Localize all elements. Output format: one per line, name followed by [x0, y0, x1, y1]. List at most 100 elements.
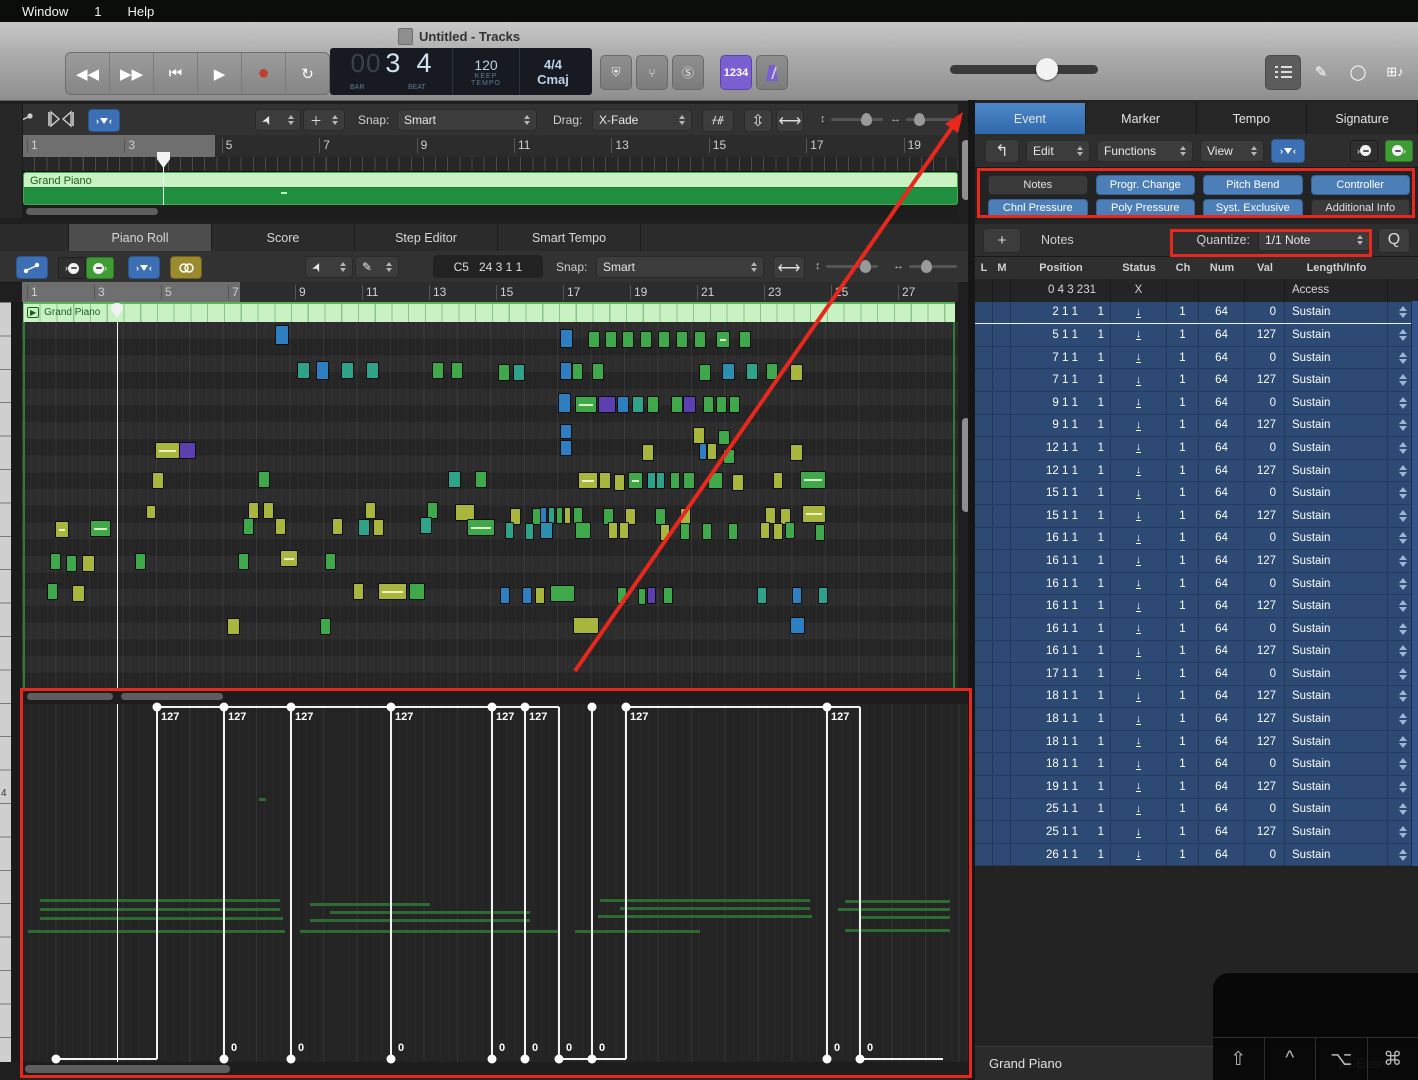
automation-value-label: 127 [395, 711, 413, 723]
tab-event[interactable]: Event [975, 103, 1086, 134]
event-row[interactable]: 15 1 11↓164127Sustain [975, 505, 1418, 528]
event-row[interactable]: 9 1 11↓1640Sustain [975, 392, 1418, 415]
event-row[interactable]: 12 1 11↓1640Sustain [975, 437, 1418, 460]
midi-draw-grid[interactable] [22, 704, 968, 1062]
midi-draw-area[interactable] [22, 690, 975, 1080]
midi-in-icon [1360, 145, 1371, 156]
controller-event-icon: ↓ [1136, 375, 1142, 386]
notes-section-label: Notes [1041, 233, 1074, 247]
column-header-val[interactable]: Val [1245, 262, 1285, 274]
controller-event-icon: ↓ [1136, 714, 1142, 725]
tab-tempo[interactable]: Tempo [1197, 103, 1308, 134]
quantize-label: Quantize: [1196, 233, 1250, 247]
automation-value-label: 127 [228, 711, 246, 723]
automation-value-label: 0 [499, 1042, 505, 1054]
event-row[interactable]: 16 1 11↓164127Sustain [975, 595, 1418, 618]
dim-note-line [860, 916, 950, 919]
column-header-m[interactable]: M [993, 262, 1011, 274]
panel-midi-in-button[interactable]: › [1350, 140, 1378, 162]
hierarchy-button[interactable]: ↰ [985, 139, 1019, 163]
event-row[interactable]: 25 1 11↓1640Sustain [975, 799, 1418, 822]
modifier-keys-overlay: ⇧^⌥⌘ [1213, 973, 1418, 1080]
event-row[interactable]: 9 1 11↓164127Sustain [975, 415, 1418, 438]
master-volume-thumb[interactable] [1036, 58, 1058, 80]
functions-menu[interactable]: Functions [1097, 140, 1193, 162]
draw-hscroll-thumb[interactable] [25, 1065, 230, 1073]
event-row[interactable]: 16 1 11↓164127Sustain [975, 550, 1418, 573]
controller-event-icon: ↓ [1136, 488, 1142, 499]
event-row[interactable]: 18 1 11↓164127Sustain [975, 731, 1418, 754]
controller-event-icon: ↓ [1136, 623, 1142, 634]
notepad-button[interactable]: ✎ [1304, 55, 1338, 88]
panel-midi-out-button[interactable]: › [1385, 140, 1413, 162]
panel-divider[interactable] [968, 100, 975, 1080]
status-track-name: Grand Piano [989, 1056, 1062, 1071]
event-row[interactable]: 25 1 11↓164127Sustain [975, 821, 1418, 844]
loop-browser-button[interactable]: ◯ [1341, 55, 1375, 88]
controller-event-icon: ↓ [1136, 465, 1142, 476]
draw-playhead-line [117, 704, 118, 1062]
modifier-key: ⌥ [1316, 1038, 1368, 1080]
controller-event-icon: ↓ [1136, 442, 1142, 453]
controller-event-icon: ↓ [1136, 329, 1142, 340]
q-button[interactable]: Q [1378, 228, 1410, 253]
type-button-syst-exclusive[interactable]: Syst. Exclusive [1203, 199, 1303, 219]
event-row[interactable]: 18 1 11↓164127Sustain [975, 686, 1418, 709]
automation-value-label: 127 [161, 711, 179, 723]
event-table: 0 4 3 231XAccess2 1 11↓1640Sustain5 1 11… [975, 279, 1418, 866]
type-button-controller[interactable]: Controller [1311, 175, 1411, 195]
draw-hscrollbar[interactable] [22, 1062, 968, 1076]
event-row[interactable]: 19 1 11↓164127Sustain [975, 776, 1418, 799]
type-button-pitch-bend[interactable]: Pitch Bend [1203, 175, 1303, 195]
dim-note-line [330, 911, 530, 914]
tab-marker[interactable]: Marker [1086, 103, 1197, 134]
list-icon [1275, 65, 1292, 80]
view-menu[interactable]: View [1200, 140, 1264, 162]
event-row[interactable]: 16 1 11↓164127Sustain [975, 641, 1418, 664]
event-table-scrollbar[interactable] [1411, 301, 1418, 866]
media-browser-button[interactable]: ⊞♪ [1378, 55, 1412, 88]
column-header-ch[interactable]: Ch [1167, 262, 1199, 274]
dim-note-line [838, 908, 950, 911]
event-row[interactable]: 26 1 11↓1640Sustain [975, 844, 1418, 867]
event-row-access[interactable]: 0 4 3 231XAccess [975, 279, 1418, 302]
event-catch-button[interactable]: ›‹ [1271, 139, 1305, 163]
controller-event-icon: ↓ [1136, 555, 1142, 566]
event-row[interactable]: 2 1 11↓1640Sustain [975, 302, 1418, 325]
dim-note-line [598, 915, 812, 918]
event-row[interactable]: 16 1 11↓1640Sustain [975, 573, 1418, 596]
tab-signature[interactable]: Signature [1307, 103, 1418, 134]
event-list-toggle-button[interactable] [1265, 55, 1301, 90]
event-row[interactable]: 16 1 11↓1640Sustain [975, 528, 1418, 551]
event-row[interactable]: 7 1 11↓1640Sustain [975, 347, 1418, 370]
dim-note-line [40, 908, 280, 911]
column-header-num[interactable]: Num [1199, 262, 1245, 274]
event-row[interactable]: 18 1 11↓1640Sustain [975, 753, 1418, 776]
dim-note-line [310, 919, 530, 922]
event-table-header[interactable]: LMPositionStatusChNumValLength/Info [975, 257, 1418, 280]
event-row[interactable]: 15 1 11↓1640Sustain [975, 482, 1418, 505]
event-row[interactable]: 5 1 11↓164127Sustain [975, 324, 1418, 347]
controller-event-icon: ↓ [1136, 736, 1142, 747]
type-button-poly-pressure[interactable]: Poly Pressure [1096, 199, 1196, 219]
type-button-additional-info[interactable]: Additional Info [1311, 199, 1411, 219]
edit-menu[interactable]: Edit [1026, 140, 1090, 162]
column-header-status[interactable]: Status [1111, 262, 1167, 274]
dim-note-line [845, 900, 950, 903]
type-button-chnl-pressure[interactable]: Chnl Pressure [988, 199, 1088, 219]
event-row[interactable]: 7 1 11↓164127Sustain [975, 369, 1418, 392]
event-row[interactable]: 16 1 11↓1640Sustain [975, 618, 1418, 641]
filter-icon: ›‹ [1280, 146, 1296, 156]
type-button-notes[interactable]: Notes [988, 175, 1088, 195]
event-row[interactable]: 12 1 11↓164127Sustain [975, 460, 1418, 483]
column-header-length/info[interactable]: Length/Info [1285, 262, 1388, 274]
add-event-button[interactable]: + [983, 228, 1021, 253]
event-row[interactable]: 17 1 11↓1640Sustain [975, 663, 1418, 686]
midi-out-icon [1392, 145, 1403, 156]
quantize-dropdown[interactable]: 1/1 Note [1258, 229, 1370, 251]
column-header-l[interactable]: L [975, 262, 993, 274]
type-button-progr-change[interactable]: Progr. Change [1096, 175, 1196, 195]
modifier-key: ^ [1265, 1038, 1317, 1080]
column-header-position[interactable]: Position [1011, 262, 1111, 274]
event-row[interactable]: 18 1 11↓164127Sustain [975, 708, 1418, 731]
